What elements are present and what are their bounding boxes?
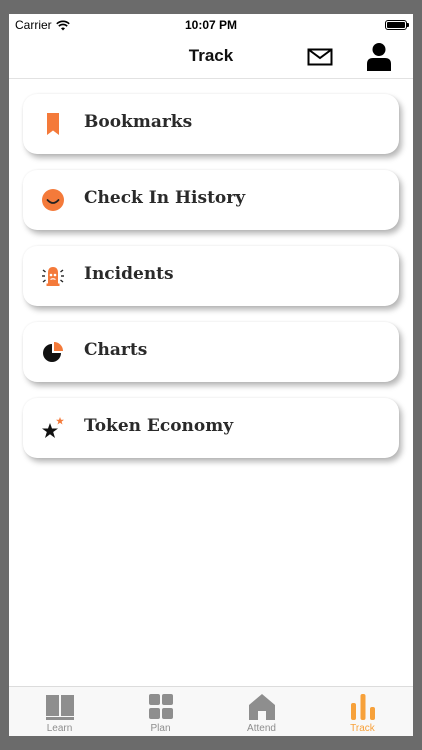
tab-label: Plan bbox=[150, 723, 171, 734]
book-icon bbox=[45, 695, 74, 720]
bookmarks-card[interactable]: Bookmarks bbox=[23, 94, 399, 154]
battery-icon bbox=[385, 20, 409, 30]
tab-label: Attend bbox=[247, 723, 276, 734]
token-economy-card[interactable]: Token Economy bbox=[23, 398, 399, 458]
status-time: 10:07 PM bbox=[184, 18, 238, 32]
house-icon bbox=[248, 694, 275, 720]
grid-icon bbox=[148, 694, 173, 719]
person-icon[interactable] bbox=[366, 42, 392, 72]
incidents-card[interactable]: Incidents bbox=[23, 246, 399, 306]
tab-bar: Learn Plan Attend Track bbox=[9, 686, 413, 736]
screen: Carrier 10:07 PM Track Bookmarks Check I… bbox=[9, 14, 413, 736]
tab-attend[interactable]: Attend bbox=[211, 687, 312, 736]
bookmark-icon bbox=[47, 113, 59, 135]
check-in-history-card[interactable]: Check In History bbox=[23, 170, 399, 230]
bar-chart-icon bbox=[350, 694, 375, 720]
page-title: Track bbox=[188, 46, 234, 65]
alarm-icon bbox=[42, 267, 64, 286]
envelope-icon[interactable] bbox=[307, 47, 333, 67]
navigation-bar: Track bbox=[9, 36, 413, 79]
tab-plan[interactable]: Plan bbox=[110, 687, 211, 736]
card-label: Bookmarks bbox=[84, 112, 193, 132]
charts-card[interactable]: Charts bbox=[23, 322, 399, 382]
tab-track[interactable]: Track bbox=[312, 687, 413, 736]
card-label: Incidents bbox=[84, 264, 174, 284]
pie-chart-icon bbox=[43, 342, 63, 362]
tab-label: Learn bbox=[46, 723, 73, 734]
star-icon bbox=[42, 417, 64, 438]
card-label: Charts bbox=[84, 340, 148, 360]
card-label: Token Economy bbox=[84, 416, 234, 436]
smiley-icon bbox=[42, 189, 64, 211]
status-bar: Carrier 10:07 PM bbox=[9, 14, 413, 36]
tab-label: Track bbox=[350, 723, 375, 734]
card-label: Check In History bbox=[84, 188, 246, 208]
tab-learn[interactable]: Learn bbox=[9, 687, 110, 736]
